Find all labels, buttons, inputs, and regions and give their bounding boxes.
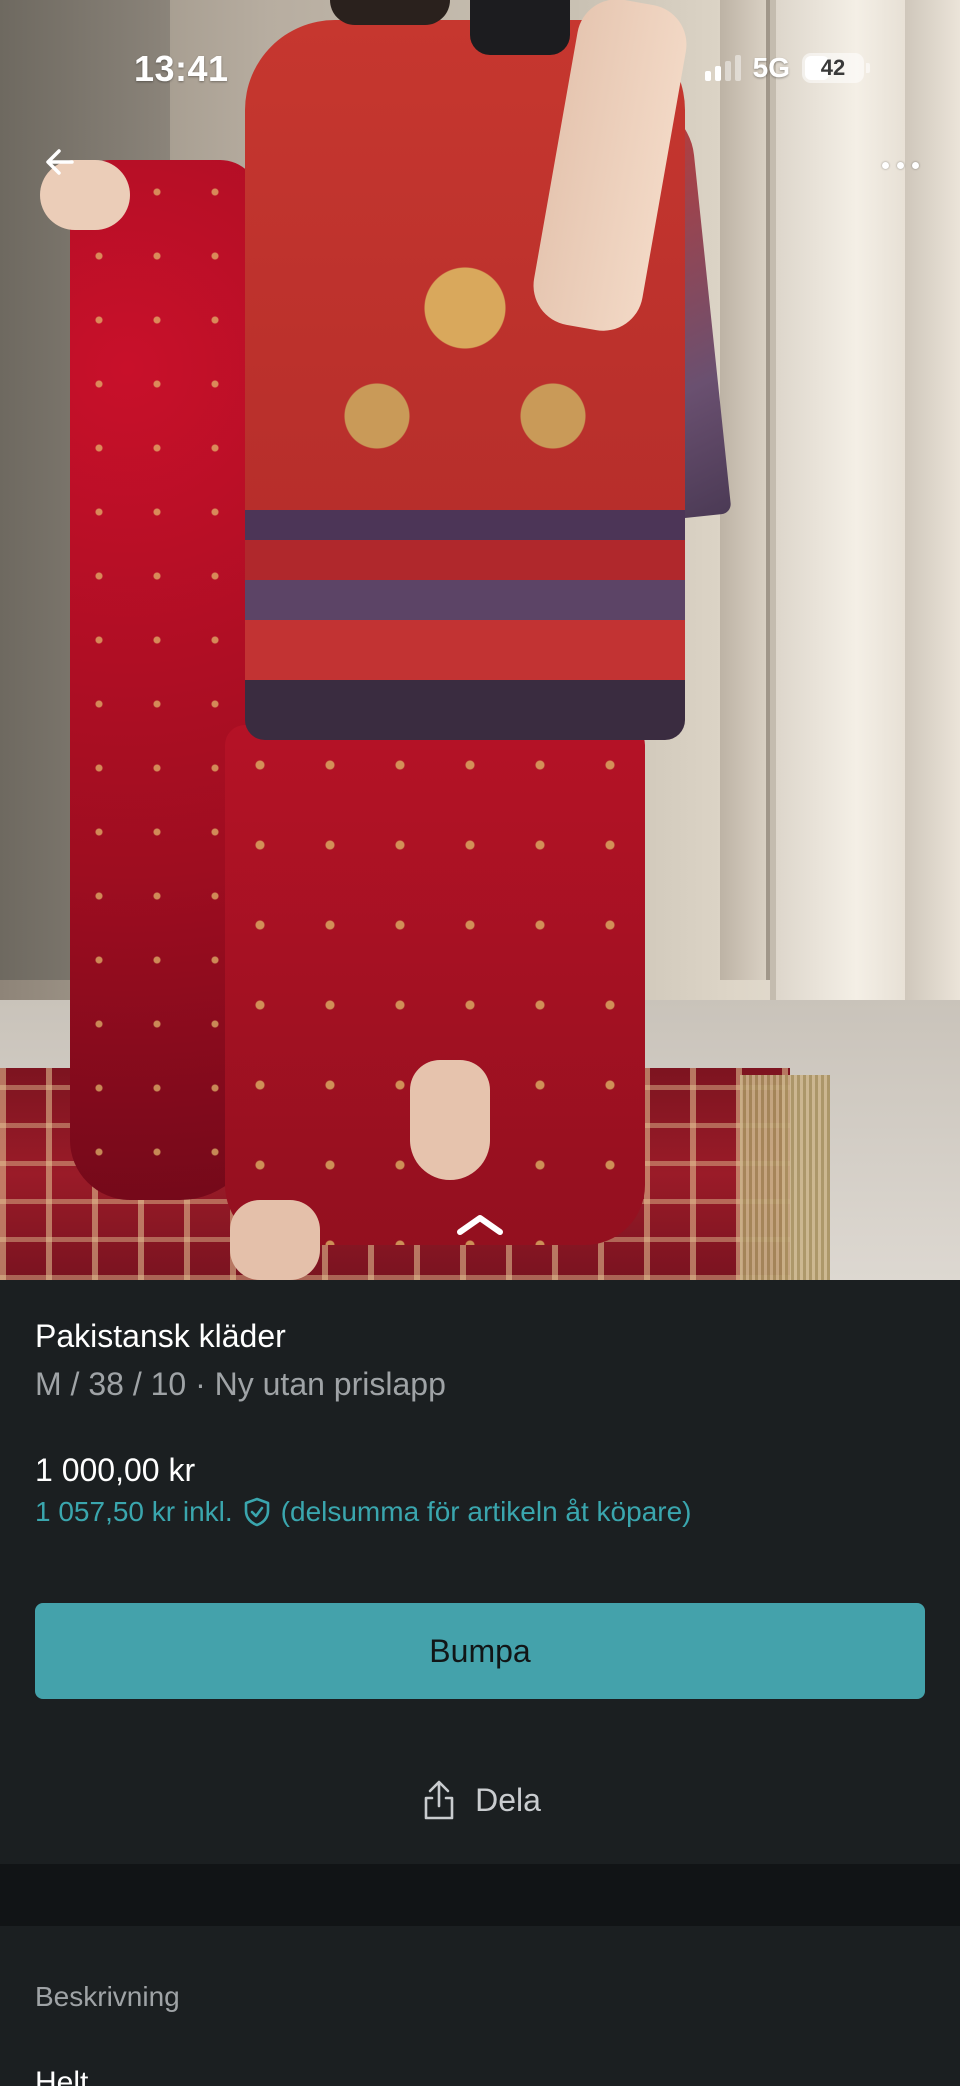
chevron-up-icon — [457, 1215, 503, 1235]
photo-phone — [470, 0, 570, 55]
signal-icon — [704, 55, 741, 81]
status-time: 13:41 — [134, 48, 229, 89]
network-type: 5G — [752, 52, 790, 83]
description-section: Beskrivning Helt — [0, 1926, 960, 2086]
section-divider — [0, 1864, 960, 1926]
listing-attributes: M / 38 / 10 · Ny utan prislapp — [35, 1366, 446, 1402]
bumpa-label: Bumpa — [429, 1632, 531, 1669]
listing-details: Pakistansk kläder M / 38 / 10 · Ny utan … — [0, 1280, 960, 1864]
listing-price: 1 000,00 kr — [35, 1452, 196, 1488]
share-label: Dela — [475, 1781, 541, 1818]
item-photo[interactable] — [0, 0, 960, 1280]
share-icon — [424, 1780, 454, 1820]
more-options-button[interactable] — [870, 150, 930, 180]
photo-foot — [410, 1060, 490, 1180]
buyer-protection-price[interactable]: 1 057,50 kr inkl. (delsumma för artikeln… — [35, 1496, 692, 1528]
bumpa-button[interactable]: Bumpa — [35, 1603, 925, 1699]
battery-icon: 42 — [802, 53, 870, 83]
listing-title: Pakistansk kläder — [35, 1318, 286, 1354]
photo-foot — [230, 1200, 320, 1280]
photo-rug-fringe — [740, 1075, 830, 1280]
status-indicators: 5G 42 — [704, 52, 870, 84]
battery-level: 42 — [820, 55, 846, 80]
share-button[interactable]: Dela — [0, 1760, 960, 1840]
shield-check-icon — [241, 1496, 273, 1528]
description-label: Beskrivning — [35, 1981, 180, 2012]
photo-hair — [330, 0, 450, 25]
more-dots-icon — [896, 161, 904, 169]
price-incl-amount: 1 057,50 kr inkl. — [35, 1496, 233, 1527]
back-button[interactable] — [38, 140, 82, 184]
description-text: Helt — [35, 2066, 89, 2086]
expand-photo-button[interactable] — [450, 1206, 510, 1242]
price-incl-note: (delsumma för artikeln åt köpare) — [280, 1496, 692, 1527]
arrow-left-icon — [46, 149, 74, 175]
more-dots-icon — [881, 161, 889, 169]
more-dots-icon — [911, 161, 919, 169]
